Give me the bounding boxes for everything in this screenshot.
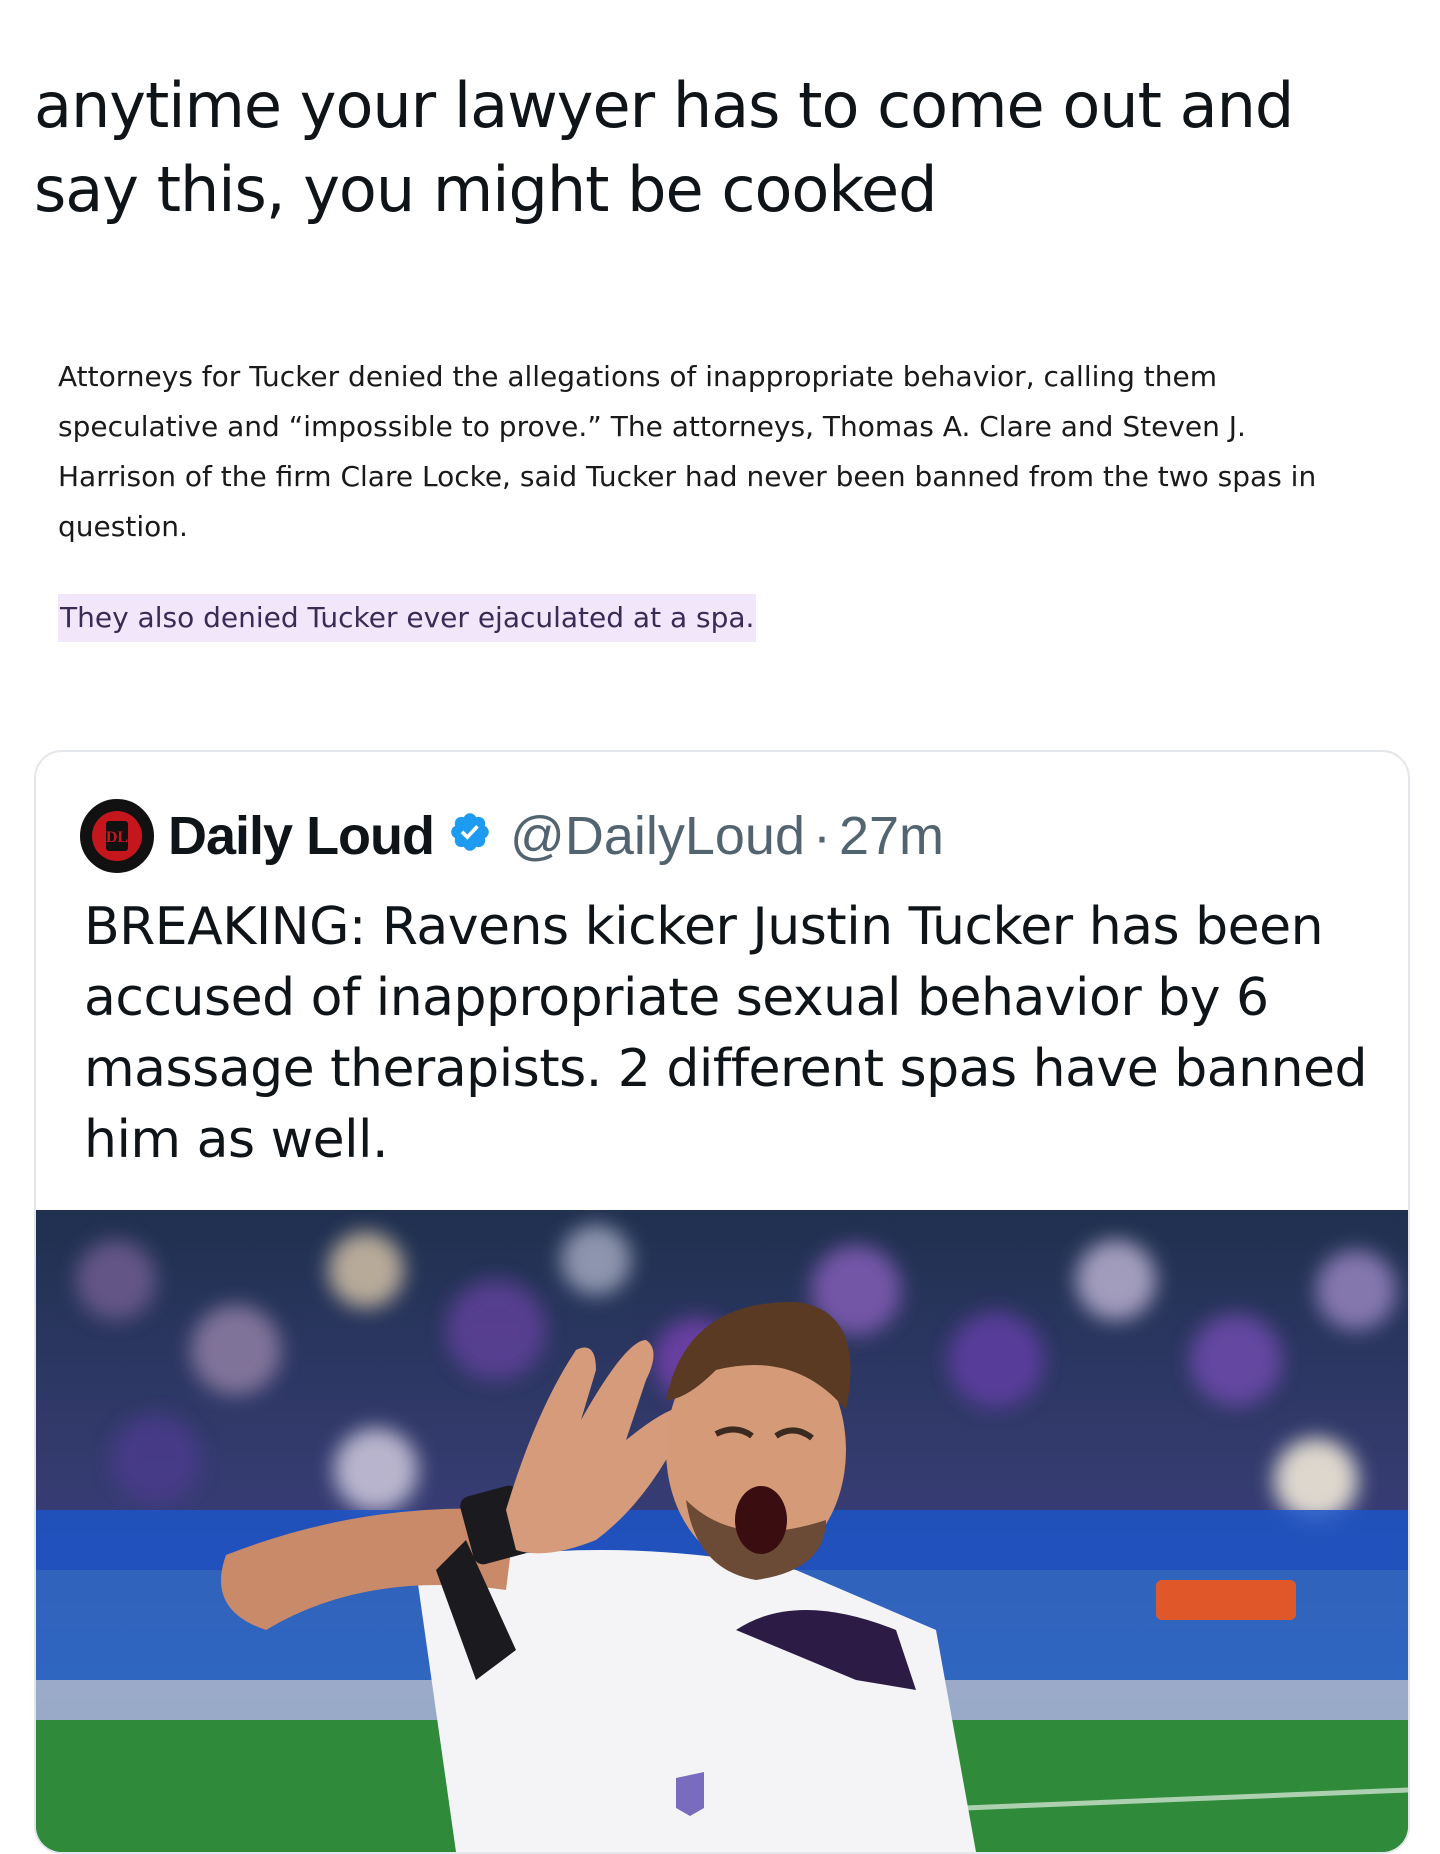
tweet-timestamp[interactable]: 27m [839,805,944,867]
post-text: anytime your lawyer has to come out and … [34,69,1294,226]
daily-loud-logo-icon[interactable]: DL [80,799,154,873]
author-name[interactable]: Daily Loud [168,805,435,867]
author-handle[interactable]: @DailyLoud [510,805,805,867]
svg-text:DL: DL [106,829,128,846]
quoted-tweet-text: BREAKING: Ravens kicker Justin Tucker ha… [84,897,1368,1170]
football-player-celebrating-photo[interactable] [36,1210,1408,1852]
quoted-tweet-card[interactable]: DL Daily Loud @DailyLoud · 27m BREAKING:… [34,750,1410,1854]
verified-badge-icon [448,805,492,867]
article-highlight: They also denied Tucker ever ejaculated … [58,594,757,642]
article-screenshot: Attorneys for Tucker denied the allegati… [58,352,1338,643]
article-paragraph: Attorneys for Tucker denied the allegati… [58,360,1317,543]
separator-dot: · [813,806,831,866]
quoted-tweet-header: DL Daily Loud @DailyLoud · 27m [80,794,944,878]
